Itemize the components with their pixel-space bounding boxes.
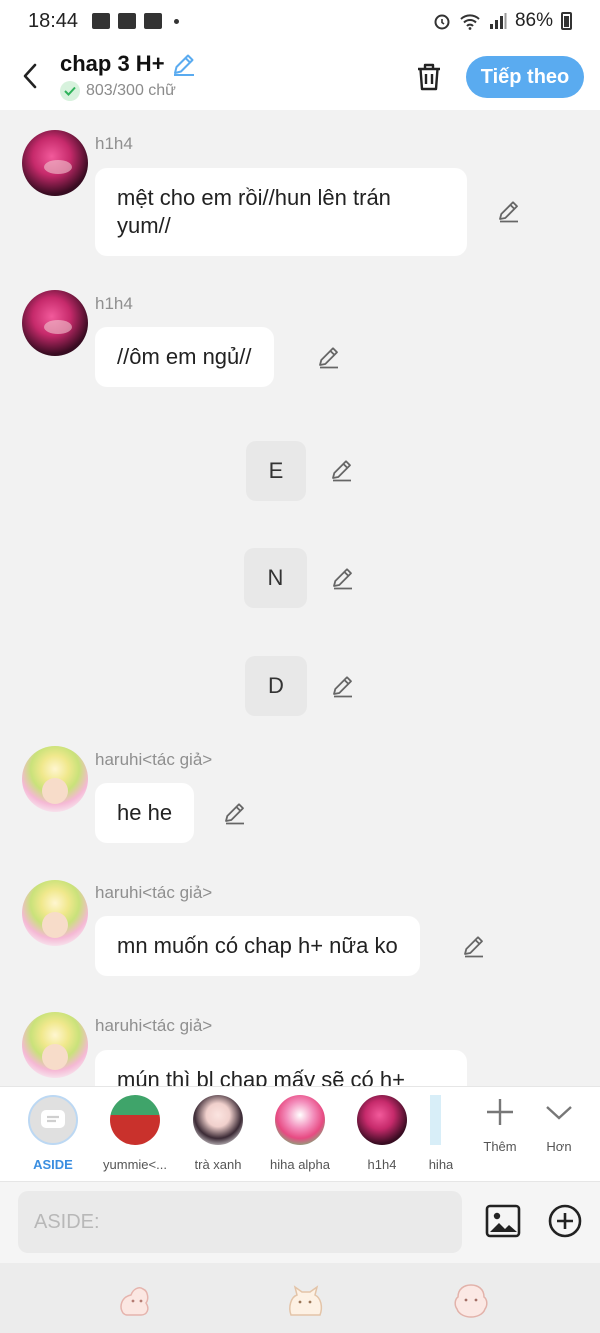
sticker-dog-icon[interactable] [451, 1283, 491, 1319]
character-label: hiha alpha [270, 1157, 330, 1172]
character-label: ASIDE [33, 1157, 73, 1172]
avatar[interactable] [22, 1012, 88, 1078]
more-label: Hơn [546, 1139, 572, 1154]
next-button[interactable]: Tiếp theo [466, 56, 584, 98]
edit-icon[interactable] [330, 458, 354, 482]
narration-bubble[interactable]: E [246, 441, 306, 501]
battery-percent: 86% [514, 10, 553, 31]
character-label: yummie<... [103, 1157, 167, 1172]
status-bar: 18:44 86% [0, 0, 600, 42]
add-character-button[interactable]: Thêm [470, 1097, 530, 1154]
avatar[interactable] [22, 880, 88, 946]
edit-title-icon[interactable] [171, 51, 197, 77]
avatar[interactable] [22, 746, 88, 812]
sticker-bar [0, 1263, 600, 1333]
edit-icon[interactable] [331, 674, 355, 698]
sticker-bunny-icon[interactable] [115, 1283, 155, 1319]
avatar[interactable] [22, 130, 88, 196]
gallery-notification-icon [92, 13, 111, 29]
edit-icon[interactable] [223, 801, 247, 825]
sender-name: h1h4 [95, 134, 133, 153]
battery-icon [561, 12, 572, 30]
word-count: 803/300 chữ [86, 82, 176, 99]
shopee-notification-icon [118, 13, 137, 29]
character-label: h1h4 [367, 1157, 397, 1172]
app-notification-icon [144, 13, 163, 29]
message-input[interactable]: ASIDE: [18, 1191, 462, 1253]
more-notifications-icon [174, 18, 180, 24]
message-bubble[interactable]: //ôm em ngủ// [95, 327, 274, 387]
message-bubble[interactable]: he he [95, 783, 195, 843]
chat-area[interactable]: h1h4 mệt cho em rồi//hun lên trán yum// … [0, 110, 600, 1086]
add-label: Thêm [483, 1139, 517, 1154]
message-bubble[interactable]: mệt cho em rồi//hun lên trán yum// [95, 168, 467, 256]
add-circle-icon[interactable] [547, 1203, 583, 1239]
avatar[interactable] [22, 290, 88, 356]
input-bar: ASIDE: [0, 1181, 600, 1263]
image-icon[interactable] [485, 1203, 521, 1239]
header: chap 3 H+ 803/300 chữ Tiếp theo [0, 42, 600, 110]
sender-name: haruhi<tác giả> [95, 883, 213, 902]
narration-bubble[interactable]: N [244, 548, 307, 608]
character-yummie[interactable]: yummie<... [94, 1095, 176, 1172]
avatar [275, 1095, 325, 1145]
alarm-icon [434, 14, 450, 30]
message-bubble[interactable]: mn muốn có chap h+ nữa ko [95, 916, 420, 976]
avatar [430, 1095, 452, 1145]
more-button[interactable]: Hơn [529, 1097, 589, 1154]
character-h1h4[interactable]: h1h4 [341, 1095, 423, 1172]
chat-bubble-icon [41, 1110, 65, 1128]
edit-icon[interactable] [462, 934, 486, 958]
chevron-left-icon [23, 63, 37, 89]
back-button[interactable] [0, 42, 60, 110]
status-time: 18:44 [28, 9, 79, 32]
delete-button[interactable] [410, 58, 448, 96]
narration-bubble[interactable]: D [245, 656, 307, 716]
character-hiha-alpha[interactable]: hiha alpha [259, 1095, 341, 1172]
avatar [193, 1095, 243, 1145]
chevron-down-icon [546, 1106, 572, 1120]
plus-icon [487, 1099, 513, 1125]
chapter-title-block: chap 3 H+ 803/300 chữ [60, 51, 197, 101]
signal-icon [489, 13, 507, 29]
character-tra-xanh[interactable]: trà xanh [177, 1095, 259, 1172]
avatar [110, 1095, 160, 1145]
chapter-title: chap 3 H+ [60, 51, 165, 76]
character-hiha[interactable]: hiha [424, 1095, 458, 1172]
edit-icon[interactable] [331, 566, 355, 590]
character-bar: ASIDE yummie<... trà xanh hiha alpha h1h… [0, 1086, 600, 1181]
sender-name: haruhi<tác giả> [95, 1016, 213, 1035]
wifi-icon [460, 14, 480, 30]
sticker-cat-icon[interactable] [285, 1283, 325, 1319]
avatar [357, 1095, 407, 1145]
trash-icon [418, 63, 440, 91]
aside-avatar [28, 1095, 78, 1145]
edit-icon[interactable] [497, 199, 521, 223]
message-bubble[interactable]: mún thì bl chap mấy sẽ có h+ [95, 1050, 467, 1086]
sender-name: h1h4 [95, 294, 133, 313]
edit-icon[interactable] [317, 345, 341, 369]
character-aside[interactable]: ASIDE [12, 1095, 94, 1172]
character-label: hiha [428, 1157, 454, 1172]
check-icon [60, 81, 80, 101]
character-label: trà xanh [194, 1157, 242, 1172]
sender-name: haruhi<tác giả> [95, 750, 213, 769]
